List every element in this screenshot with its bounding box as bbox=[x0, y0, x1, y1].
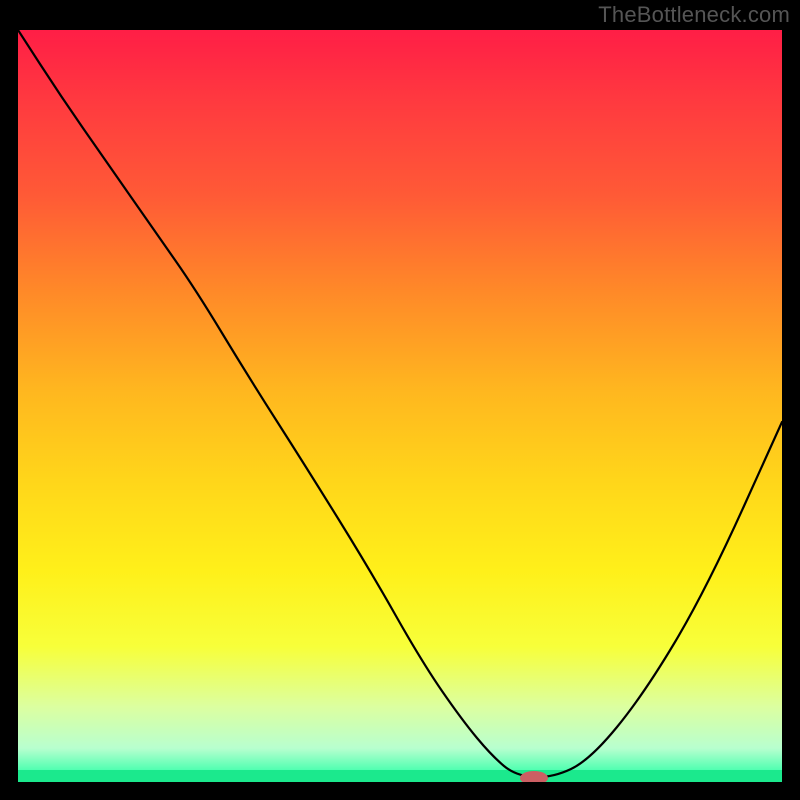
plot-area bbox=[18, 30, 782, 782]
optimal-green-band bbox=[18, 770, 782, 782]
heatmap-background bbox=[18, 30, 782, 782]
watermark-text: TheBottleneck.com bbox=[598, 2, 790, 28]
bottleneck-plot-svg bbox=[18, 30, 782, 782]
chart-frame: TheBottleneck.com bbox=[0, 0, 800, 800]
